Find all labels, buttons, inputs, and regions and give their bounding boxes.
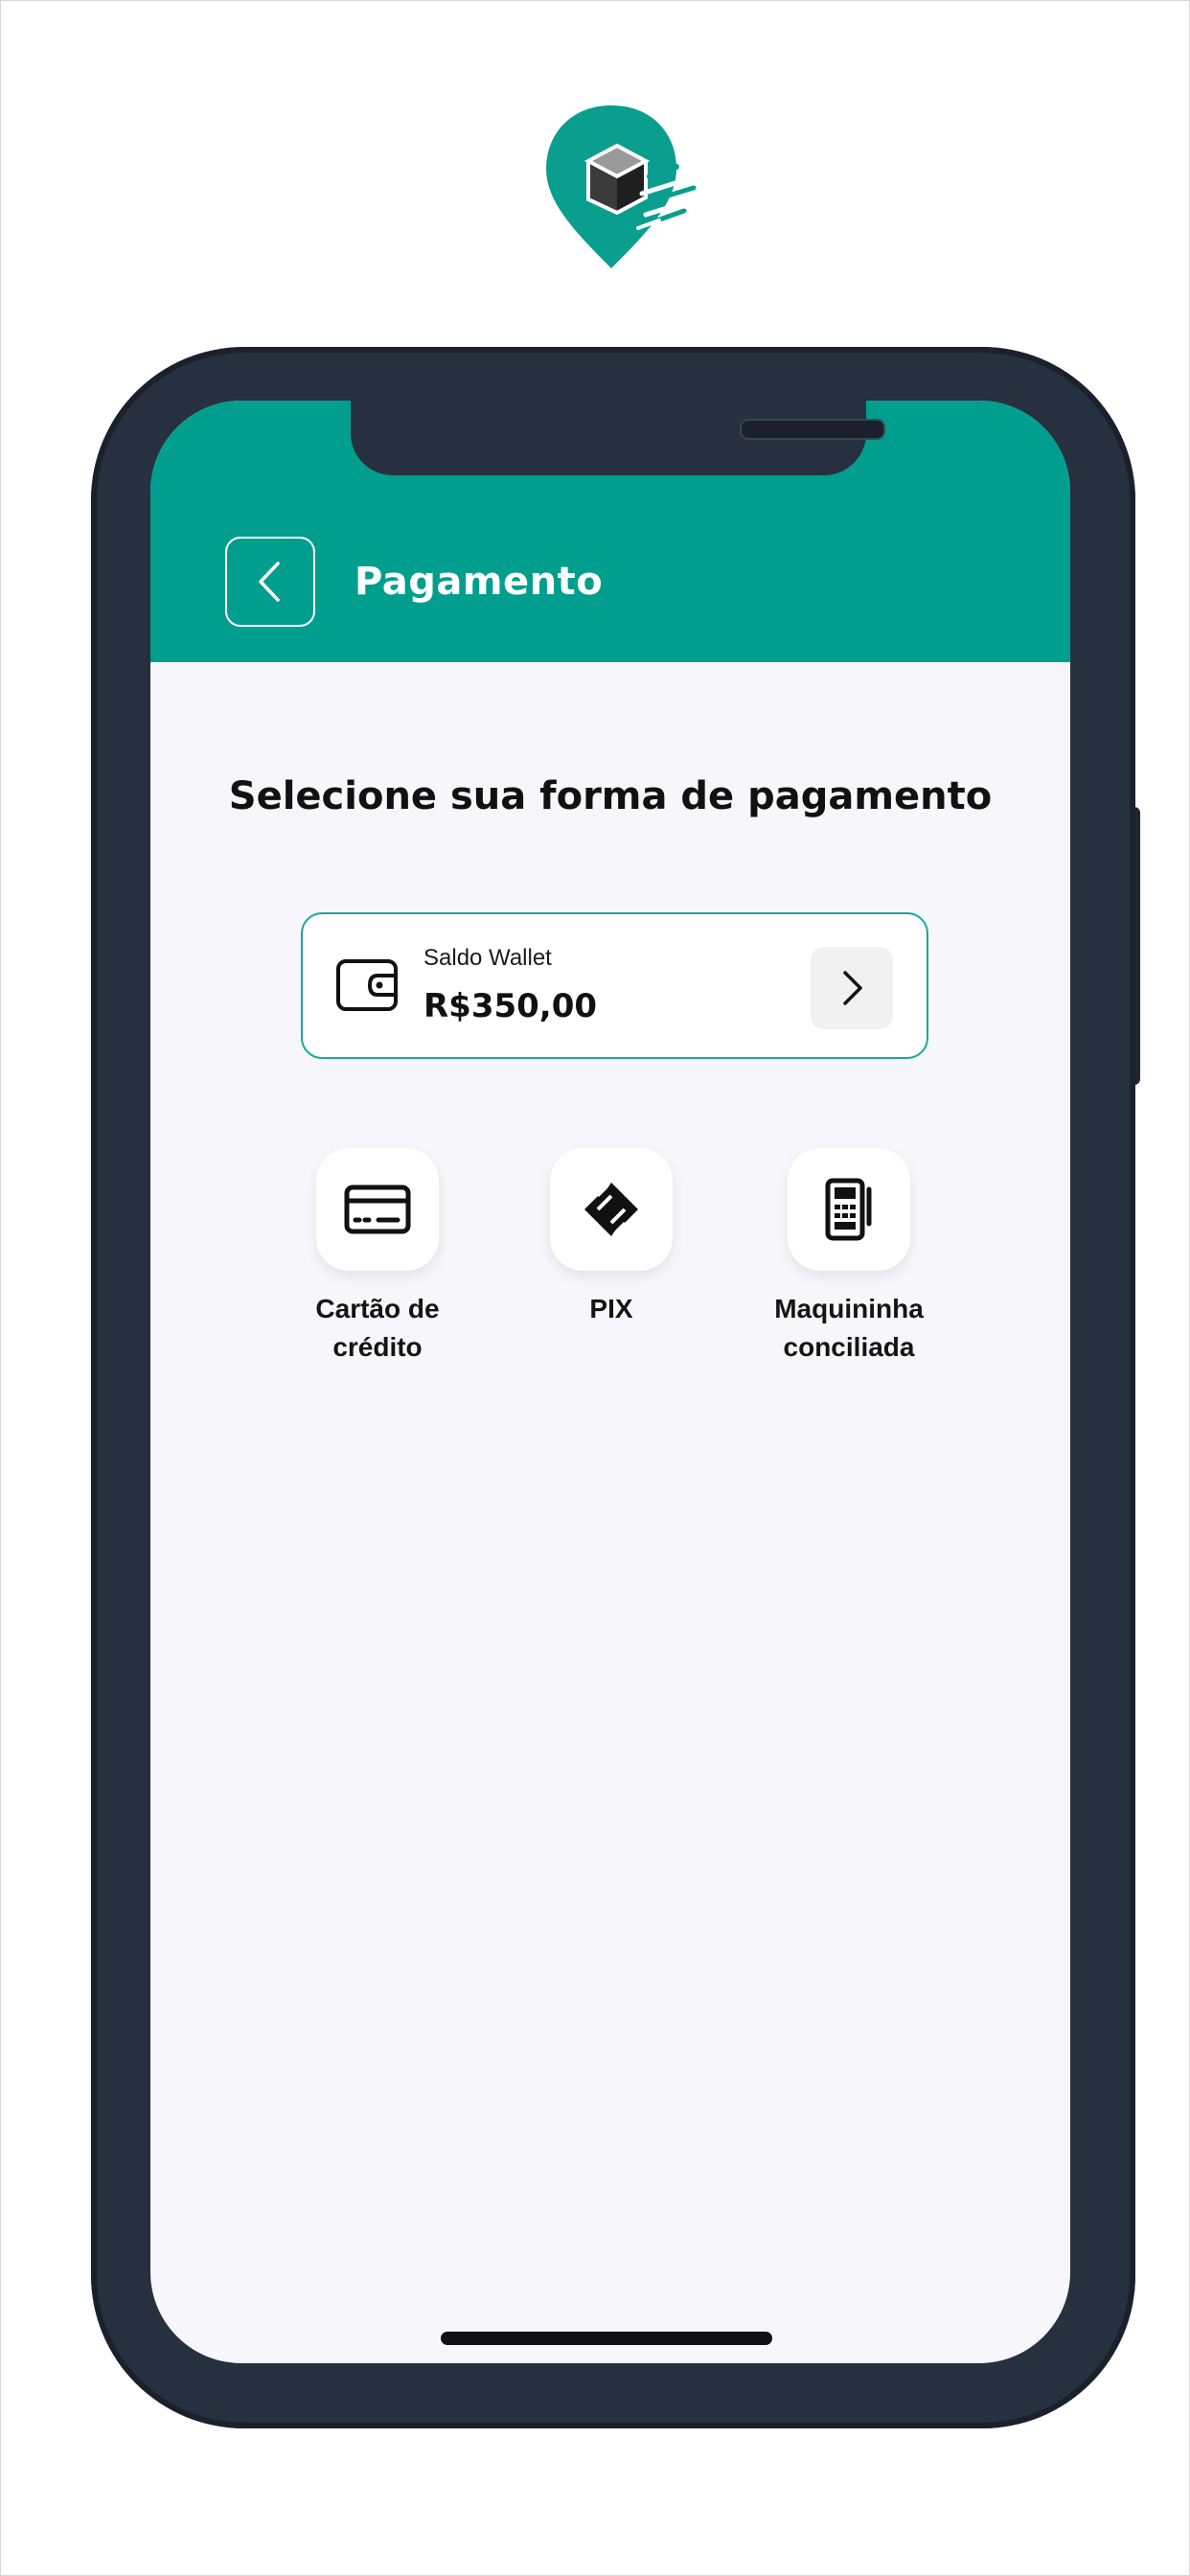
method-label: Maquininha conciliada: [774, 1294, 924, 1362]
method-icon-box: [550, 1148, 673, 1271]
wallet-balance-card[interactable]: Saldo Wallet R$350,00: [301, 912, 928, 1059]
credit-card-icon: [344, 1184, 411, 1234]
method-pix[interactable]: PIX: [501, 1148, 721, 1328]
method-label: Cartão de crédito: [315, 1294, 440, 1362]
method-icon-box: [788, 1148, 910, 1271]
phone-notch: [351, 401, 885, 475]
phone-speaker: [740, 419, 885, 440]
page-title: Pagamento: [355, 560, 604, 604]
home-indicator[interactable]: [441, 2332, 772, 2345]
card-machine-icon: [825, 1178, 872, 1241]
method-label: PIX: [589, 1294, 633, 1323]
chevron-left-icon: [259, 562, 280, 602]
pix-icon: [584, 1183, 638, 1236]
delivery-pin-logo: [546, 105, 697, 268]
phone-screen: Pagamento Selecione sua forma de pagamen…: [150, 401, 1070, 2363]
phone-frame: Pagamento Selecione sua forma de pagamen…: [91, 347, 1135, 2428]
wallet-label: Saldo Wallet: [423, 945, 552, 971]
wallet-icon: [336, 959, 398, 1011]
chevron-right-icon: [843, 971, 862, 1005]
back-button[interactable]: [225, 537, 315, 627]
method-credit-card[interactable]: Cartão de crédito: [267, 1148, 488, 1367]
method-icon-box: [316, 1148, 439, 1271]
wallet-open-button[interactable]: [811, 947, 893, 1029]
wallet-balance-value: R$350,00: [423, 987, 598, 1025]
section-title: Selecione sua forma de pagamento: [228, 774, 993, 818]
method-card-machine[interactable]: Maquininha conciliada: [739, 1148, 959, 1367]
